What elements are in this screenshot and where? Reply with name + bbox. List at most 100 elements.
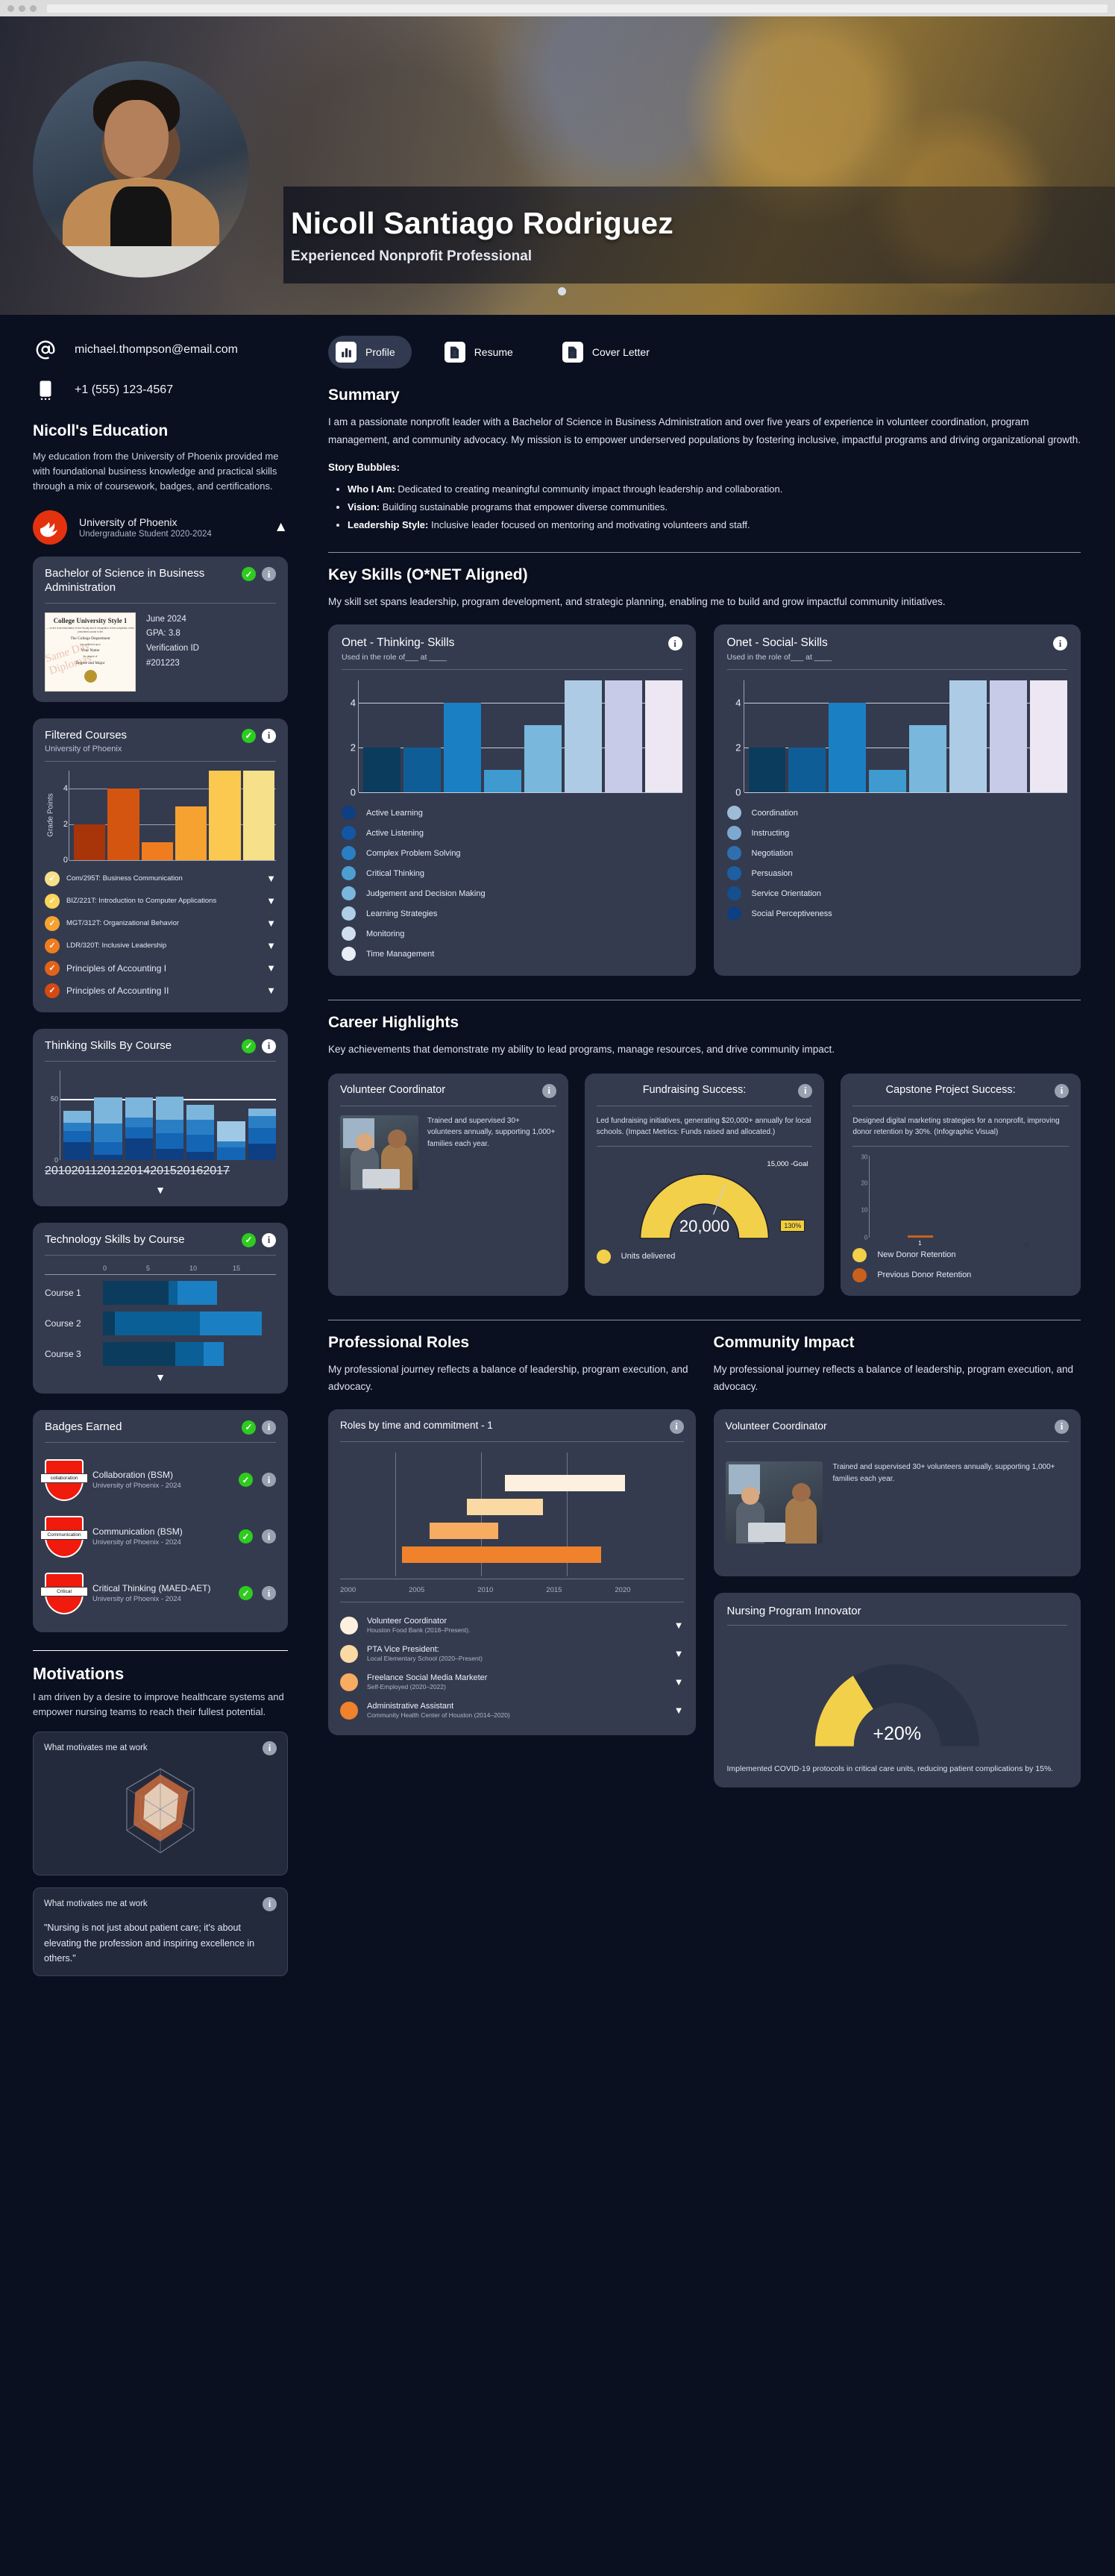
tab-profile[interactable]: Profile [328, 336, 412, 369]
chevron-up-icon[interactable]: ▲ [274, 519, 288, 536]
chevron-down-icon[interactable]: ▼ [45, 1184, 276, 1196]
badge-shield-icon: Communication [40, 1515, 88, 1558]
filtered-courses-card[interactable]: Filtered Courses University of Phoenix ✓… [33, 718, 288, 1012]
chevron-down-icon[interactable]: ▼ [674, 1705, 684, 1716]
degree-card[interactable]: Bachelor of Science in Business Administ… [33, 557, 288, 702]
legend-item: Instructing [726, 823, 1068, 843]
chevron-down-icon[interactable]: ▼ [266, 895, 276, 906]
medal-icon: ✓ [45, 938, 60, 953]
course-label: Principles of Accounting II [66, 985, 169, 996]
list-item[interactable]: ✓ Principles of Accounting I ▼ [45, 957, 276, 980]
university-meta: Undergraduate Student 2020-2024 [79, 530, 212, 539]
chevron-down-icon[interactable]: ▼ [674, 1676, 684, 1687]
roles-timeline-card[interactable]: Roles by time and commitment - 1 i 2000 [328, 1408, 696, 1735]
table-row: Course 3 [45, 1341, 276, 1367]
capstone-card[interactable]: Capstone Project Success: i Designed dig… [841, 1073, 1081, 1296]
onet-social-skills-card[interactable]: Onet - Social- Skills Used in the role o… [713, 624, 1081, 977]
chevron-down-icon[interactable]: ▼ [266, 985, 276, 996]
thinking-skills-by-course-card[interactable]: Thinking Skills By Course ✓ i 0 50 2010 … [33, 1028, 288, 1206]
list-item: Vision: Building sustainable programs th… [348, 498, 1081, 516]
verified-icon: ✓ [242, 1232, 256, 1247]
info-icon[interactable]: i [262, 1232, 276, 1247]
list-item[interactable]: PTA Vice President: Local Elementary Sch… [340, 1640, 684, 1668]
info-icon[interactable]: i [262, 1529, 276, 1544]
email-icon [33, 337, 58, 363]
list-item[interactable]: ✓ MGT/312T: Organizational Behavior ▼ [45, 912, 276, 935]
onet-thinking-chart: 024 [342, 680, 682, 798]
list-item[interactable]: ✓ BIZ/221T: Introduction to Computer App… [45, 890, 276, 912]
info-icon[interactable]: i [262, 1038, 276, 1053]
chevron-down-icon[interactable]: ▼ [674, 1620, 684, 1631]
list-item[interactable]: ✓ Com/295T: Business Communication ▼ [45, 868, 276, 890]
legend-label: Social Perceptiveness [751, 909, 832, 918]
technology-skills-card[interactable]: Technology Skills by Course ✓ i 0 5 10 1… [33, 1222, 288, 1394]
badges-earned-card[interactable]: Badges Earned ✓ i collaboration Collabor… [33, 1409, 288, 1632]
carousel-dot[interactable] [557, 287, 566, 295]
list-item[interactable]: collaboration Collaboration (BSM) Univer… [40, 1452, 276, 1508]
list-item[interactable]: Volunteer Coordinator Houston Food Bank … [340, 1611, 684, 1640]
degree-date: June 2024 [146, 614, 186, 624]
bubble-label: Who I Am: [348, 483, 395, 495]
list-item[interactable]: Critical Critical Thinking (MAED-AET) Un… [40, 1565, 276, 1622]
list-item[interactable]: ✓ LDR/320T: Inclusive Leadership ▼ [45, 935, 276, 957]
motivations-body: I am driven by a desire to improve healt… [33, 1690, 284, 1717]
info-icon[interactable]: i [263, 1740, 277, 1755]
chevron-down-icon[interactable]: ▼ [266, 873, 276, 884]
info-icon[interactable]: i [541, 1083, 556, 1098]
info-icon[interactable]: i [798, 1083, 813, 1098]
motivation-quote-card[interactable]: What motivates me at work i "Nursing is … [33, 1887, 288, 1976]
document-icon [562, 342, 583, 363]
list-item[interactable]: Freelance Social Media Marketer Self-Emp… [340, 1668, 684, 1696]
role-color-dot [340, 1701, 358, 1720]
motivation-radar-card[interactable]: What motivates me at work i [33, 1731, 288, 1875]
chevron-down-icon[interactable]: ▼ [45, 1371, 276, 1383]
chevron-down-icon[interactable]: ▼ [266, 962, 276, 974]
community-heading: Community Impact [713, 1333, 855, 1351]
legend-item: Complex Problem Solving [342, 843, 682, 863]
fundraising-card[interactable]: Fundraising Success: i Led fundraising i… [584, 1073, 825, 1296]
info-icon[interactable]: i [262, 1473, 276, 1488]
address-bar[interactable] [47, 4, 1108, 13]
list-item[interactable]: ✓ Principles of Accounting II ▼ [45, 980, 276, 1002]
university-row[interactable]: University of Phoenix Undergraduate Stud… [33, 510, 288, 545]
legend-label: Negotiation [751, 848, 794, 858]
verified-icon: ✓ [242, 728, 256, 743]
nursing-program-card[interactable]: Nursing Program Innovator +20% Implement… [713, 1592, 1081, 1787]
contact-phone-row[interactable]: +1 (555) 123-4567 [33, 377, 288, 403]
verified-icon: ✓ [239, 1586, 253, 1601]
legend-label: Active Learning [366, 808, 423, 818]
onet-thinking-skills-card[interactable]: Onet - Thinking- Skills Used in the role… [328, 624, 696, 977]
key-skills-body: My skill set spans leadership, program d… [328, 596, 946, 608]
shield-label: collaboration [40, 1473, 88, 1483]
chevron-down-icon[interactable]: ▼ [266, 940, 276, 951]
tab-cover-letter[interactable]: Cover Letter [555, 336, 666, 369]
info-icon[interactable]: i [669, 1419, 684, 1434]
legend-item: Units delivered [596, 1247, 813, 1267]
roles-heading: Professional Roles [328, 1333, 470, 1351]
info-icon[interactable]: i [262, 728, 276, 743]
legend-swatch [342, 826, 356, 841]
info-icon[interactable]: i [263, 1896, 277, 1911]
info-icon[interactable]: i [262, 1420, 276, 1435]
x-tick: 2010 [45, 1164, 72, 1177]
chevron-down-icon[interactable]: ▼ [266, 918, 276, 929]
info-icon[interactable]: i [1055, 1083, 1070, 1098]
volunteer-coordinator-card[interactable]: Volunteer Coordinator i Trained and supe… [328, 1073, 568, 1296]
contact-email-row[interactable]: michael.thompson@email.com [33, 337, 288, 363]
list-item[interactable]: Administrative Assistant Community Healt… [340, 1696, 684, 1725]
table-row: Course 1 [45, 1279, 276, 1306]
info-icon[interactable]: i [1055, 1419, 1069, 1434]
course-label: LDR/320T: Inclusive Leadership [66, 941, 167, 950]
info-icon[interactable]: i [262, 567, 276, 582]
tab-resume[interactable]: Resume [437, 336, 530, 369]
legend-item: Service Orientation [726, 883, 1068, 903]
info-icon[interactable]: i [262, 1586, 276, 1601]
community-volunteer-card[interactable]: Volunteer Coordinator i Trained and supe… [713, 1408, 1081, 1576]
info-icon[interactable]: i [668, 636, 682, 651]
chevron-down-icon[interactable]: ▼ [674, 1648, 684, 1659]
volunteer-photo [340, 1115, 418, 1190]
info-icon[interactable]: i [1053, 636, 1067, 651]
window-dot [19, 4, 25, 12]
list-item[interactable]: Communication Communication (BSM) Univer… [40, 1508, 276, 1565]
x-tick: 2015 [150, 1164, 177, 1177]
